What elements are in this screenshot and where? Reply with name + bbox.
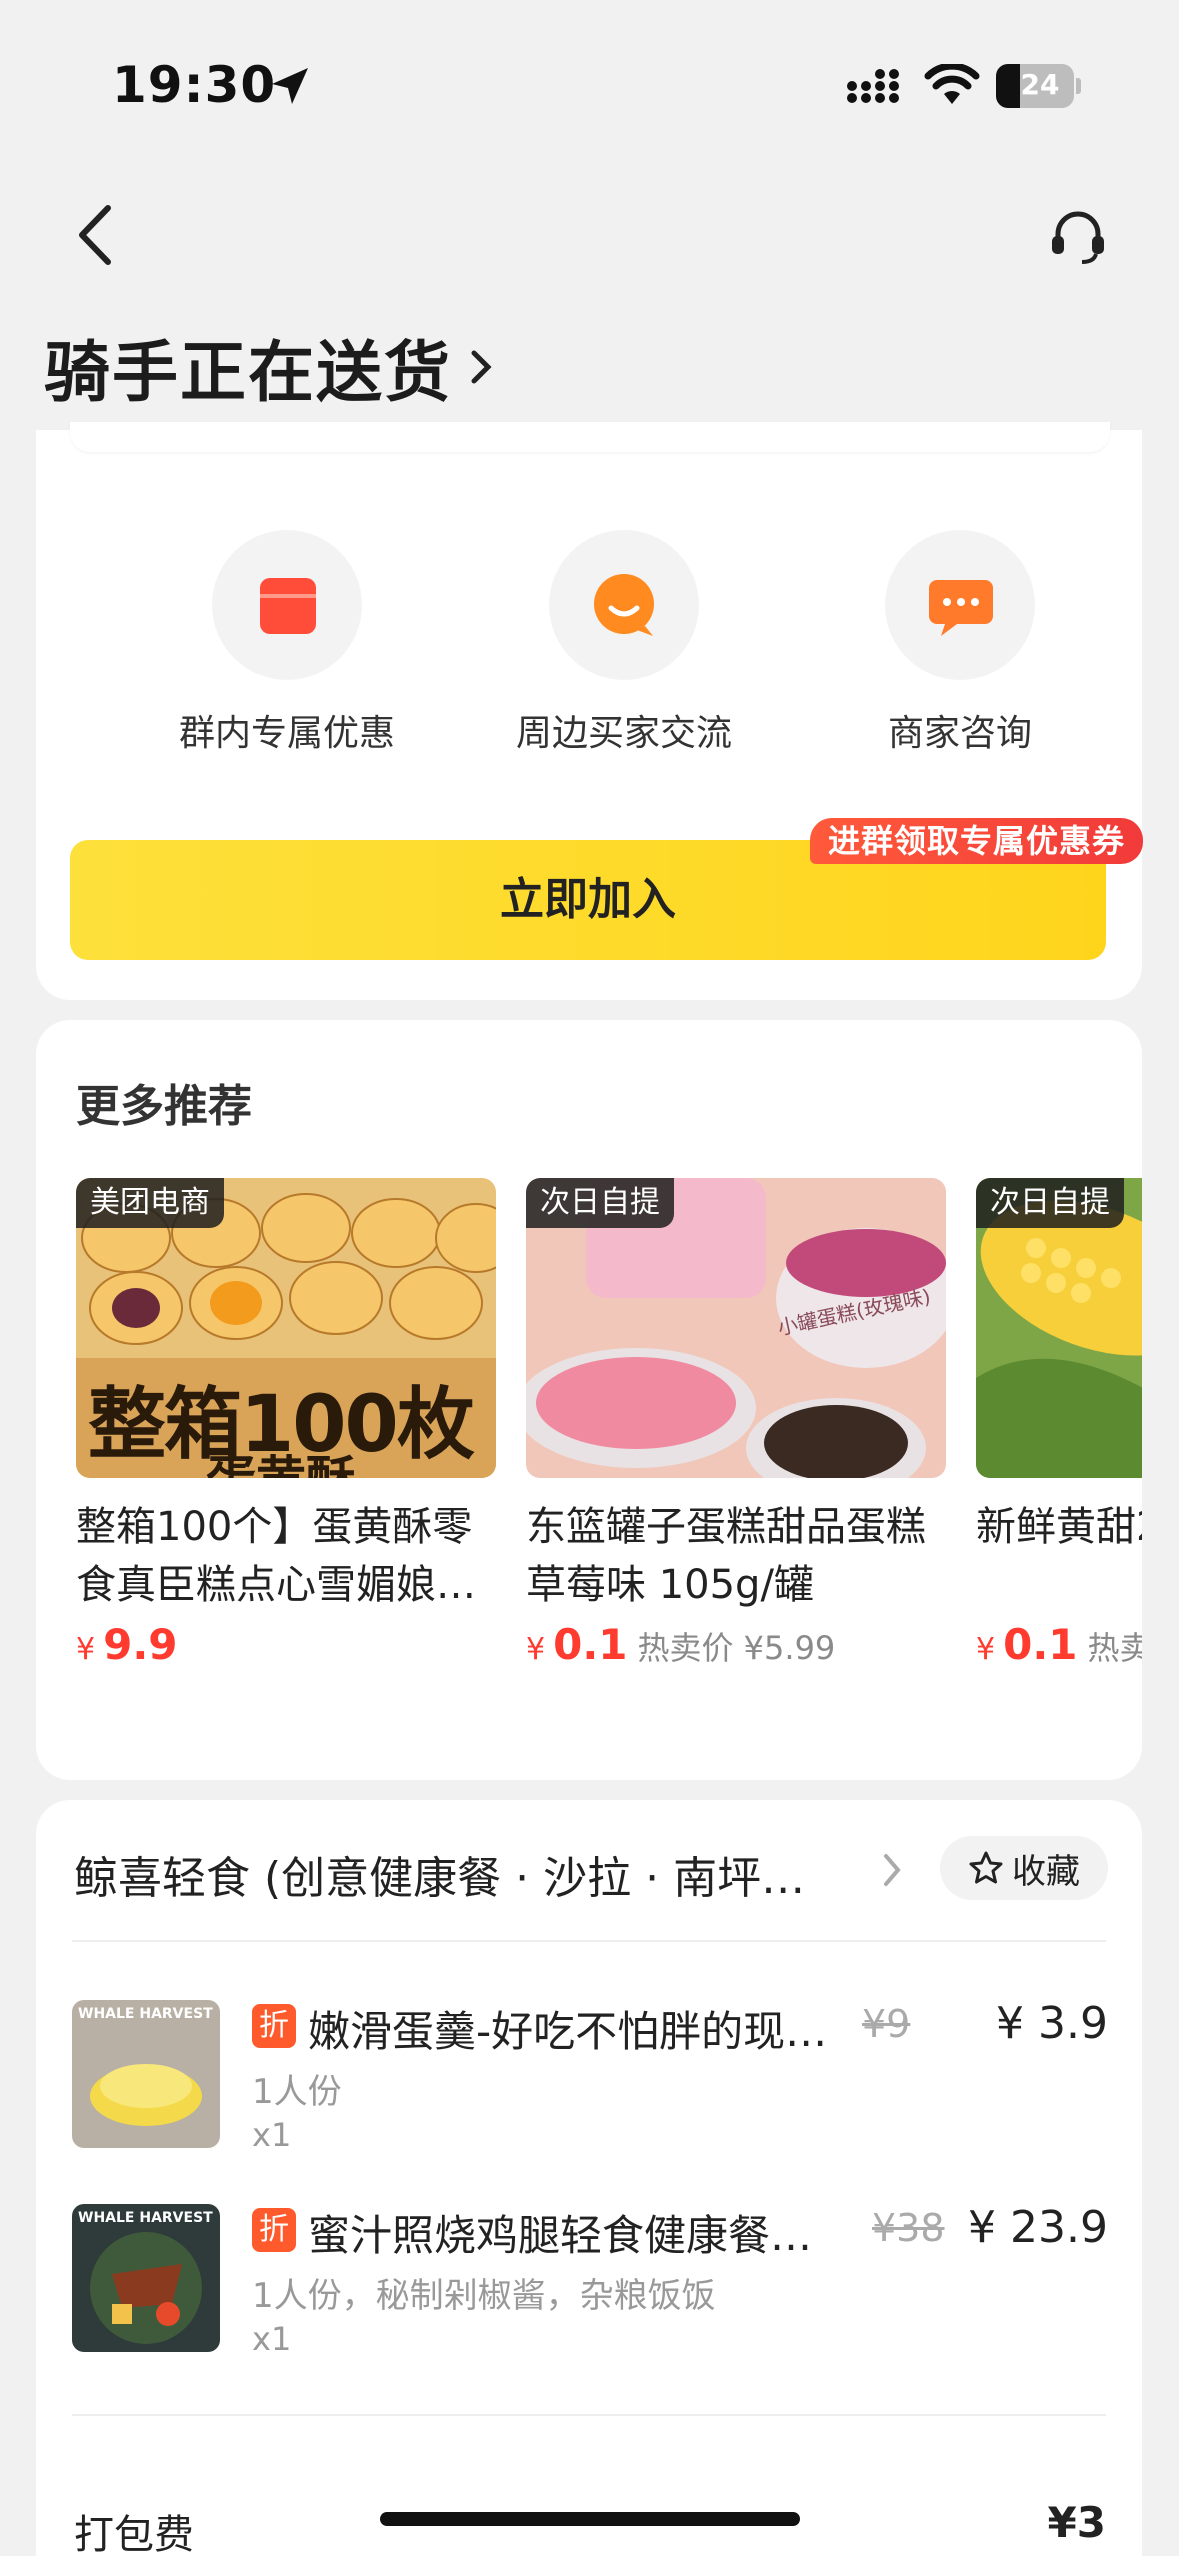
item-image-text: WHALE HARVEST — [78, 2006, 213, 2022]
item-name: 蜜汁照烧鸡腿轻食健康餐基… — [308, 2211, 848, 2260]
packing-fee-value: ¥3 — [1047, 2498, 1106, 2547]
divider — [72, 1940, 1106, 1942]
product-name: 整箱100个】蛋黄酥零食真臣糕点心雪媚娘… — [76, 1504, 476, 1608]
feature-merchant-consult[interactable]: 商家咨询 — [810, 530, 1110, 756]
coupon-icon — [212, 530, 362, 680]
item-quantity: x1 — [252, 2116, 292, 2154]
card-peek — [70, 422, 1110, 452]
coupon-promo-badge: 进群领取专属优惠券 — [809, 818, 1143, 864]
item-original-price: ¥38 — [872, 2206, 945, 2250]
item-spec: 1人份 — [252, 2072, 342, 2112]
item-name: 嫩滑蛋羹-好吃不怕胖的现蒸… — [308, 2007, 828, 2056]
battery-icon: 24 — [996, 64, 1082, 108]
price-value: 0.1 — [1003, 1620, 1078, 1669]
wifi-icon — [924, 64, 980, 104]
status-bar: 19:30 24 — [0, 0, 1179, 150]
shop-name[interactable]: 鲸喜轻食 (创意健康餐 · 沙拉 · 南坪… — [74, 1842, 874, 1906]
hot-price: 热卖价 ¥5.99 — [637, 1629, 836, 1667]
item-original-price: ¥9 — [862, 2002, 911, 2046]
home-indicator[interactable] — [380, 2512, 800, 2526]
recommend-card: 更多推荐 整箱100枚 蛋黄酥 美团电商 整箱100个】蛋黄酥零食真臣糕点心雪媚… — [36, 1020, 1142, 1780]
chevron-right-icon[interactable] — [882, 1852, 904, 1888]
price-row: ¥9.9 — [76, 1620, 496, 1669]
back-button[interactable] — [68, 200, 128, 270]
product-name: 新鲜黄甜200g起（ — [976, 1504, 1142, 1550]
customer-service-headset-icon[interactable] — [1048, 206, 1108, 266]
product-card[interactable]: 次日自提 新鲜黄甜200g起（ ¥0.1热卖 — [976, 1178, 1142, 1669]
product-card[interactable]: 小罐蛋糕(玫瑰味) 次日自提 东篮罐子蛋糕甜品蛋糕草莓味 105g/罐 ¥0.1… — [526, 1178, 946, 1669]
product-image: 整箱100枚 蛋黄酥 美团电商 — [76, 1178, 496, 1478]
product-name: 东篮罐子蛋糕甜品蛋糕草莓味 105g/罐 — [526, 1504, 926, 1608]
price-currency: ¥ — [76, 1632, 96, 1667]
feature-group-discount[interactable]: 群内专属优惠 — [137, 530, 437, 756]
item-image: WHALE HARVEST — [72, 2204, 220, 2352]
item-image-text: WHALE HARVEST — [78, 2210, 213, 2226]
feature-label: 商家咨询 — [887, 713, 1032, 754]
favorite-label: 收藏 — [1012, 1851, 1080, 1892]
hot-price: 热卖 — [1087, 1629, 1143, 1667]
signal-icon — [847, 69, 899, 103]
feature-label: 群内专属优惠 — [178, 713, 395, 754]
page-title: 骑手正在送货 — [44, 334, 452, 411]
battery-level: 24 — [1020, 68, 1060, 101]
group-card: 群内专属优惠 周边买家交流 商家咨询 立即加入 — [36, 422, 1142, 1000]
product-tag: 次日自提 — [526, 1178, 674, 1228]
feature-buyer-chat[interactable]: 周边买家交流 — [474, 530, 774, 756]
price-currency: ¥ — [526, 1632, 546, 1667]
item-price: ¥ 3.9 — [996, 1998, 1108, 2049]
price-row: ¥0.1 热卖价 ¥5.99 — [526, 1620, 946, 1669]
section-title: 更多推荐 — [76, 1081, 252, 1132]
favorite-button[interactable]: 收藏 — [940, 1836, 1108, 1900]
item-image: WHALE HARVEST — [72, 2000, 220, 2148]
product-image: 小罐蛋糕(玫瑰味) 次日自提 — [526, 1178, 946, 1478]
price-value: 0.1 — [553, 1620, 628, 1669]
item-price: ¥ 23.9 — [968, 2202, 1108, 2253]
item-spec: 1人份，秘制剁椒酱，杂粮饭饭 — [252, 2276, 716, 2316]
status-time: 19:30 — [112, 56, 277, 114]
product-image: 次日自提 — [976, 1178, 1142, 1478]
location-arrow-icon — [272, 68, 308, 104]
price-value: 9.9 — [103, 1620, 178, 1669]
order-card: 鲸喜轻食 (创意健康餐 · 沙拉 · 南坪… 收藏 WHALE HARVEST … — [36, 1800, 1142, 2556]
product-image-text: 蛋黄酥 — [206, 1440, 356, 1478]
price-currency: ¥ — [976, 1632, 996, 1667]
star-icon — [969, 1851, 1003, 1884]
item-quantity: x1 — [252, 2320, 292, 2358]
product-tag: 次日自提 — [976, 1178, 1124, 1228]
price-row: ¥0.1 热卖 — [976, 1620, 1142, 1669]
chat-bubble-icon — [549, 530, 699, 680]
product-tag: 美团电商 — [76, 1178, 224, 1228]
feature-label: 周边买家交流 — [515, 713, 732, 754]
discount-badge: 折 — [252, 2208, 296, 2252]
page-title-link[interactable]: 骑手正在送货 — [44, 322, 494, 412]
order-item[interactable]: WHALE HARVEST 折 嫩滑蛋羹-好吃不怕胖的现蒸… ¥9 ¥ 3.9 … — [72, 1998, 1112, 2180]
packing-fee-label: 打包费 — [74, 2512, 194, 2556]
chevron-right-icon — [471, 350, 492, 384]
discount-badge: 折 — [252, 2004, 296, 2048]
product-card[interactable]: 整箱100枚 蛋黄酥 美团电商 整箱100个】蛋黄酥零食真臣糕点心雪媚娘… ¥9… — [76, 1178, 496, 1669]
order-item[interactable]: WHALE HARVEST 折 蜜汁照烧鸡腿轻食健康餐基… ¥38 ¥ 23.9… — [72, 2202, 1112, 2384]
divider — [72, 2414, 1106, 2416]
message-icon — [885, 530, 1035, 680]
